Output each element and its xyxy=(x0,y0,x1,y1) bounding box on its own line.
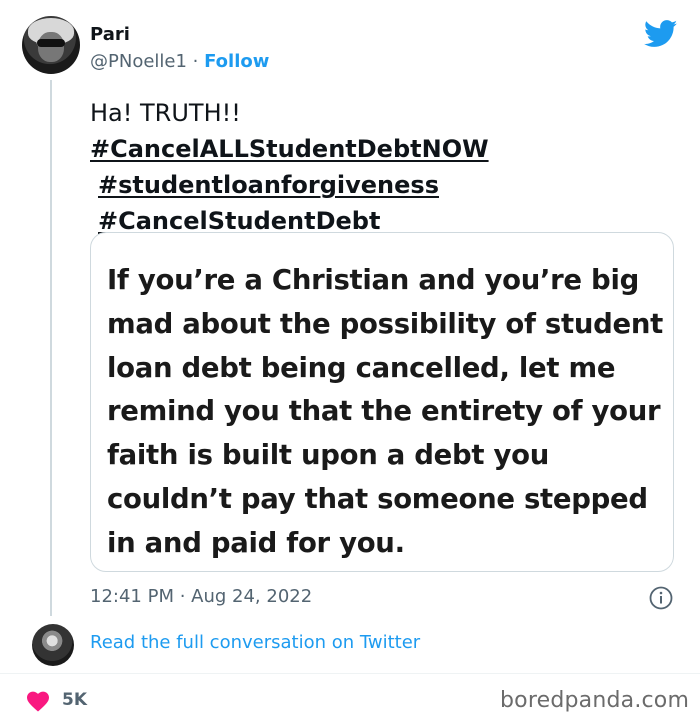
thread-line xyxy=(50,80,52,616)
author-handle-row: @PNoelle1 · Follow xyxy=(90,51,269,72)
tweet-timestamp[interactable]: 12:41 PM · Aug 24, 2022 xyxy=(90,586,312,607)
author-handle[interactable]: @PNoelle1 xyxy=(90,51,187,72)
divider xyxy=(0,673,700,674)
twitter-bird-icon[interactable] xyxy=(644,20,678,48)
follow-button[interactable]: Follow xyxy=(204,51,269,72)
image-text: If you’re a Christian and you’re big mad… xyxy=(107,264,663,559)
avatar-glasses xyxy=(37,39,65,47)
read-conversation-link[interactable]: Read the full conversation on Twitter xyxy=(90,632,420,653)
handle-separator: · xyxy=(186,51,205,72)
author-name[interactable]: Pari xyxy=(90,24,130,45)
reply-avatar xyxy=(32,624,74,666)
hashtag-link[interactable]: #studentloanforgiveness xyxy=(90,167,650,203)
tweet-text: Ha! TRUTH!! xyxy=(90,99,241,127)
tweet-image[interactable]: If you’re a Christian and you’re big mad… xyxy=(90,232,674,572)
info-icon[interactable] xyxy=(649,586,673,610)
like-count: 5K xyxy=(62,690,88,710)
author-avatar[interactable] xyxy=(22,16,80,74)
watermark: boredpanda.com xyxy=(500,688,690,713)
avatar-face xyxy=(38,32,64,62)
tweet-embed: Pari @PNoelle1 · Follow Ha! TRUTH!! #Can… xyxy=(0,0,700,728)
hashtag-link[interactable]: #CancelALLStudentDebtNOW xyxy=(90,131,650,167)
tweet-body: Ha! TRUTH!! #CancelALLStudentDebtNOW #st… xyxy=(90,95,650,239)
heart-icon[interactable] xyxy=(26,690,50,712)
